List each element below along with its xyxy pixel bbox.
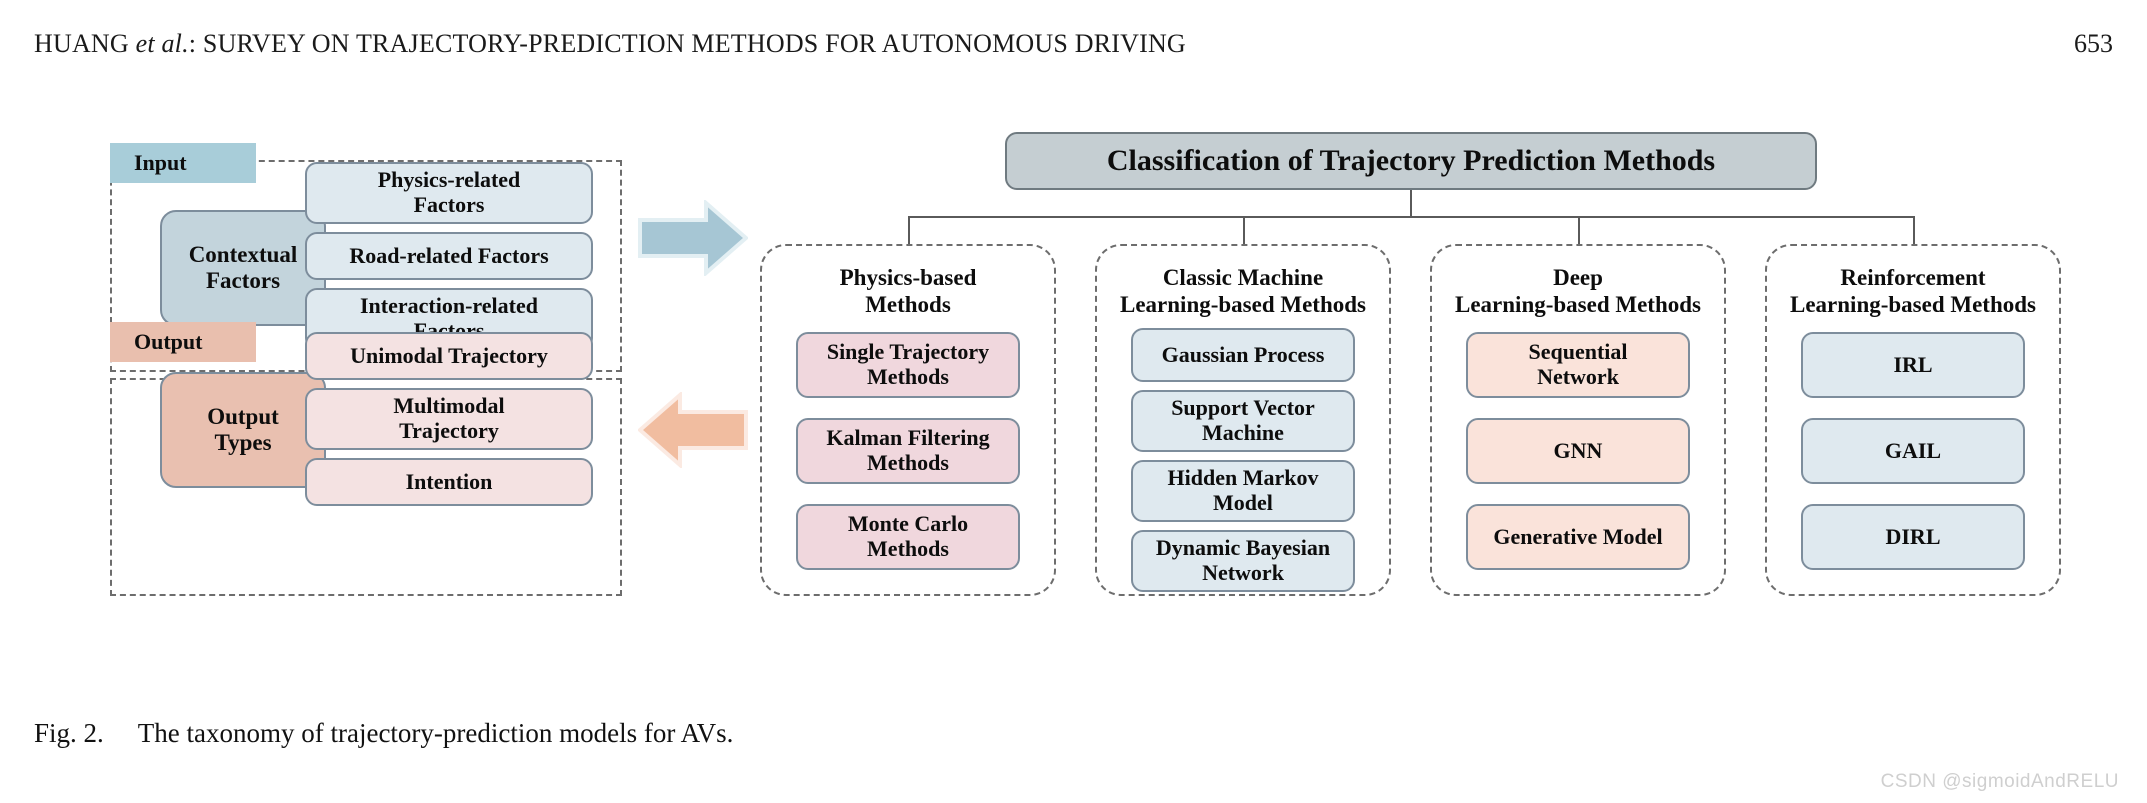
- hidden-markov-model-line1: Hidden Markov: [1167, 465, 1319, 491]
- dynamic-bayesian-network-line2: Network: [1202, 560, 1284, 585]
- gaussian-process-node: Gaussian Process: [1131, 328, 1355, 382]
- gnn-label: GNN: [1553, 437, 1603, 463]
- dynamic-bayesian-network-node: Dynamic Bayesian Network: [1131, 530, 1355, 592]
- figure-taxonomy-diagram: Input Contextual Factors Physics-related…: [0, 100, 2147, 720]
- gaussian-process-label: Gaussian Process: [1161, 341, 1325, 367]
- intention-node: Intention: [305, 458, 593, 506]
- figure-caption-text: The taxonomy of trajectory-prediction mo…: [137, 718, 734, 748]
- left-arrow-icon: [636, 390, 748, 470]
- column-title-classic-ml: Classic Machine Learning-based Methods: [1089, 264, 1397, 318]
- intention-label: Intention: [405, 468, 493, 494]
- sequential-network-line1: Sequential: [1528, 339, 1628, 365]
- output-types-node: Output Types: [160, 372, 326, 488]
- input-badge-label: Input: [134, 150, 187, 175]
- watermark: CSDN @sigmoidAndRELU: [1880, 771, 2119, 792]
- contextual-factors-line2: Factors: [205, 268, 281, 293]
- support-vector-machine-node: Support Vector Machine: [1131, 390, 1355, 452]
- gail-node: GAIL: [1801, 418, 2025, 484]
- dirl-node: DIRL: [1801, 504, 2025, 570]
- input-badge: Input: [110, 143, 256, 183]
- column-title-reinforcement-learning-line2: Learning-based Methods: [1790, 292, 2036, 318]
- running-head-subtitle: : SURVEY ON TRAJECTORY-PREDICTION METHOD…: [188, 29, 1186, 58]
- output-badge-label: Output: [134, 329, 203, 354]
- running-head-etal: et al.: [135, 29, 189, 58]
- single-trajectory-methods-line1: Single Trajectory: [826, 339, 990, 365]
- contextual-factors-node: Contextual Factors: [160, 210, 326, 326]
- multimodal-trajectory-line2: Trajectory: [399, 418, 499, 443]
- figure-caption-label: Fig. 2.: [34, 718, 104, 748]
- column-title-physics-based-line2: Methods: [865, 292, 951, 318]
- unimodal-trajectory-node: Unimodal Trajectory: [305, 332, 593, 380]
- running-head: HUANG et al.: SURVEY ON TRAJECTORY-PREDI…: [34, 26, 2113, 62]
- column-title-deep-learning-line1: Deep: [1553, 265, 1603, 290]
- output-types-line1: Output: [207, 404, 279, 430]
- column-title-classic-ml-line2: Learning-based Methods: [1120, 292, 1366, 318]
- tree-branch-line-4: [1913, 216, 1915, 244]
- column-title-reinforcement-learning-line1: Reinforcement: [1840, 265, 1986, 290]
- column-title-deep-learning: Deep Learning-based Methods: [1424, 264, 1732, 318]
- dirl-label: DIRL: [1885, 523, 1941, 549]
- column-title-physics-based: Physics-based Methods: [760, 264, 1056, 318]
- input-flow-arrow: [638, 198, 750, 278]
- monte-carlo-methods-node: Monte Carlo Methods: [796, 504, 1020, 570]
- single-trajectory-methods-node: Single Trajectory Methods: [796, 332, 1020, 398]
- tree-branch-line-3: [1578, 216, 1580, 244]
- gail-label: GAIL: [1884, 437, 1942, 463]
- multimodal-trajectory-line1: Multimodal: [393, 393, 505, 419]
- column-title-deep-learning-line2: Learning-based Methods: [1455, 292, 1701, 318]
- tree-bus-line: [908, 216, 1914, 218]
- single-trajectory-methods-line2: Methods: [867, 364, 949, 389]
- multimodal-trajectory-node: Multimodal Trajectory: [305, 388, 593, 450]
- sequential-network-line2: Network: [1537, 364, 1619, 389]
- physics-related-factors-line1: Physics-related: [377, 167, 521, 193]
- irl-label: IRL: [1893, 351, 1933, 377]
- road-related-factors-label: Road-related Factors: [349, 242, 549, 268]
- unimodal-trajectory-label: Unimodal Trajectory: [350, 342, 548, 368]
- taxonomy-root-node: Classification of Trajectory Prediction …: [1005, 132, 1817, 190]
- figure-caption: Fig. 2. The taxonomy of trajectory-predic…: [34, 718, 733, 749]
- support-vector-machine-line1: Support Vector: [1171, 395, 1315, 421]
- running-head-author: HUANG: [34, 29, 129, 58]
- irl-node: IRL: [1801, 332, 2025, 398]
- physics-related-factors-node: Physics-related Factors: [305, 162, 593, 224]
- tree-trunk-line: [1410, 190, 1412, 216]
- kalman-filtering-methods-line1: Kalman Filtering: [826, 425, 990, 451]
- monte-carlo-methods-line1: Monte Carlo: [847, 511, 969, 537]
- output-badge: Output: [110, 322, 256, 362]
- output-flow-arrow: [636, 390, 748, 470]
- kalman-filtering-methods-node: Kalman Filtering Methods: [796, 418, 1020, 484]
- physics-related-factors-line2: Factors: [413, 192, 485, 217]
- interaction-related-factors-line1: Interaction-related: [360, 293, 538, 319]
- tree-branch-line-2: [1243, 216, 1245, 244]
- road-related-factors-node: Road-related Factors: [305, 232, 593, 280]
- support-vector-machine-line2: Machine: [1202, 420, 1284, 445]
- generative-model-label: Generative Model: [1493, 523, 1663, 549]
- taxonomy-root-label: Classification of Trajectory Prediction …: [1106, 144, 1716, 178]
- output-types-line2: Types: [214, 430, 272, 455]
- hidden-markov-model-node: Hidden Markov Model: [1131, 460, 1355, 522]
- column-title-physics-based-line1: Physics-based: [839, 265, 977, 290]
- monte-carlo-methods-line2: Methods: [867, 536, 949, 561]
- page-number: 653: [2074, 29, 2113, 58]
- sequential-network-node: Sequential Network: [1466, 332, 1690, 398]
- dynamic-bayesian-network-line1: Dynamic Bayesian: [1155, 535, 1331, 561]
- hidden-markov-model-line2: Model: [1213, 490, 1273, 515]
- generative-model-node: Generative Model: [1466, 504, 1690, 570]
- kalman-filtering-methods-line2: Methods: [867, 450, 949, 475]
- right-arrow-icon: [638, 198, 750, 278]
- gnn-node: GNN: [1466, 418, 1690, 484]
- running-head-title: HUANG et al.: SURVEY ON TRAJECTORY-PREDI…: [34, 29, 1186, 59]
- tree-branch-line-1: [908, 216, 910, 244]
- column-title-classic-ml-line1: Classic Machine: [1162, 265, 1324, 290]
- column-title-reinforcement-learning: Reinforcement Learning-based Methods: [1759, 264, 2067, 318]
- contextual-factors-line1: Contextual: [188, 242, 298, 268]
